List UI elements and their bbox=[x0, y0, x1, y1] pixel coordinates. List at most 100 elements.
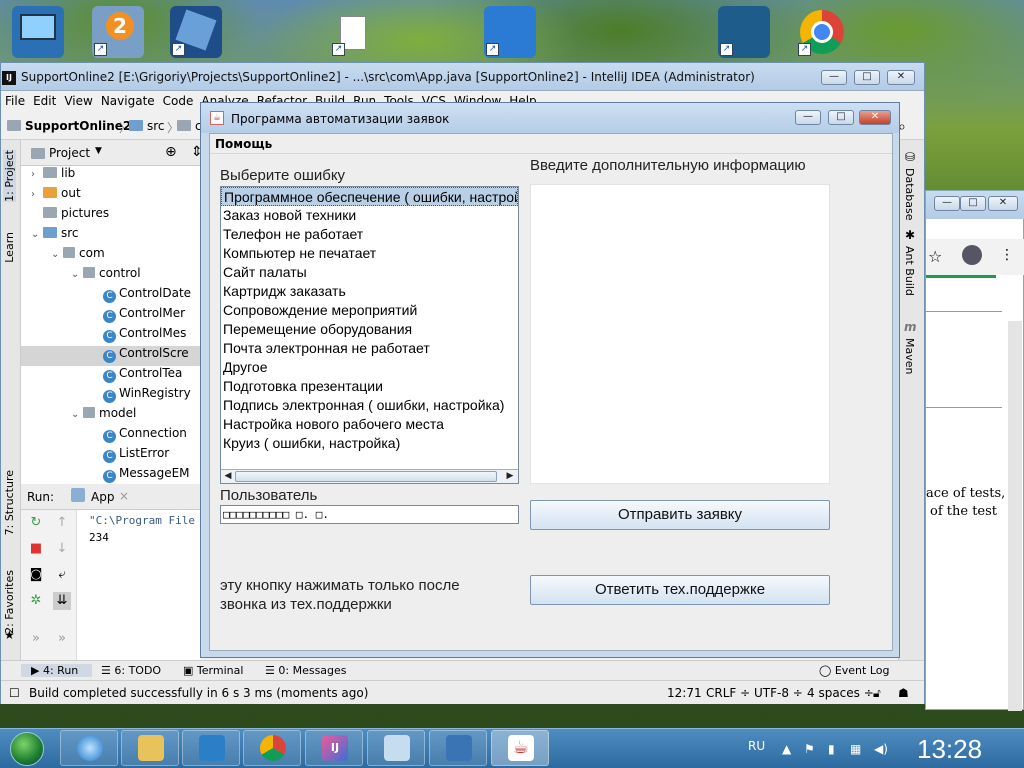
expand-arrow-icon[interactable]: ⌄ bbox=[71, 409, 83, 420]
network-tray-icon[interactable]: ▦ bbox=[850, 742, 861, 756]
more-icon[interactable]: » bbox=[27, 630, 45, 648]
rerun-icon[interactable]: ↻ bbox=[27, 514, 45, 532]
error-list-item[interactable]: Сопровождение мероприятий bbox=[221, 301, 518, 320]
language-indicator[interactable]: RU bbox=[748, 739, 765, 753]
scroll-left-icon[interactable]: ◀ bbox=[221, 470, 235, 483]
maximize-button[interactable]: □ bbox=[828, 110, 854, 125]
error-list-item[interactable]: Подпись электронная ( ошибки, настройка) bbox=[221, 396, 518, 415]
run-tab-app[interactable]: App bbox=[91, 490, 114, 504]
star-icon[interactable]: ☆ bbox=[928, 247, 942, 266]
close-button[interactable]: ✕ bbox=[988, 196, 1018, 211]
error-list-item[interactable]: Картридж заказать bbox=[221, 282, 518, 301]
menu-dots-icon[interactable]: ⋮ bbox=[1000, 247, 1014, 263]
menu-help[interactable]: Помощь bbox=[215, 137, 272, 151]
tab-ant-build[interactable]: Ant Build bbox=[903, 246, 916, 296]
tree-item[interactable]: pictures bbox=[21, 206, 201, 226]
close-icon[interactable]: × bbox=[119, 489, 129, 503]
inspector-icon[interactable]: ☗ bbox=[898, 686, 909, 700]
tab-event-log[interactable]: Event Log bbox=[835, 664, 890, 677]
taskbar-network[interactable] bbox=[429, 730, 487, 766]
tree-item[interactable]: C MessageEM bbox=[21, 466, 201, 484]
tree-item[interactable]: C ControlMer bbox=[21, 306, 201, 326]
expand-arrow-icon[interactable]: ⌄ bbox=[51, 249, 63, 260]
chrome-icon[interactable]: ↗ bbox=[796, 6, 848, 58]
tree-item[interactable]: C Connection bbox=[21, 426, 201, 446]
minimize-button[interactable]: — bbox=[934, 196, 960, 211]
taskbar-media-player[interactable] bbox=[182, 730, 240, 766]
taskbar-chrome[interactable] bbox=[243, 730, 301, 766]
locate-icon[interactable]: ⊕ bbox=[165, 144, 177, 160]
maximize-button[interactable]: □ bbox=[854, 70, 880, 85]
expand-arrow-icon[interactable]: ⌄ bbox=[71, 269, 83, 280]
scroll-right-icon[interactable]: ▶ bbox=[503, 470, 517, 483]
dialog-title-bar[interactable]: ☕︎ Программа автоматизации заявок — □ ✕ bbox=[201, 103, 899, 133]
breadcrumb-project[interactable]: SupportOnline2 bbox=[25, 119, 131, 133]
camera-icon[interactable]: ◙ bbox=[27, 566, 45, 584]
taskbar-internet-explorer[interactable] bbox=[60, 730, 118, 766]
project-panel-title[interactable]: Project bbox=[49, 146, 90, 160]
expand-arrow-icon[interactable]: › bbox=[31, 189, 43, 200]
tree-item[interactable]: › out bbox=[21, 186, 201, 206]
close-button[interactable]: ✕ bbox=[887, 70, 915, 85]
tree-item[interactable]: ⌄ model bbox=[21, 406, 201, 426]
tree-item[interactable]: ⌄ com bbox=[21, 246, 201, 266]
tab-todo[interactable]: 6: TODO bbox=[114, 664, 161, 677]
close-button[interactable]: ✕ bbox=[859, 110, 891, 125]
error-list-item[interactable]: Другое bbox=[221, 358, 518, 377]
tab-terminal[interactable]: Terminal bbox=[197, 664, 244, 677]
flag-icon[interactable]: ⚑ bbox=[804, 742, 815, 756]
folder-shortcut-icon[interactable]: ↗ bbox=[484, 6, 536, 58]
menu-file[interactable]: File bbox=[1, 91, 29, 108]
tree-item[interactable]: C WinRegistry bbox=[21, 386, 201, 406]
tab-favorites[interactable]: 2: Favorites bbox=[3, 570, 16, 634]
error-list-item[interactable]: Перемещение оборудования bbox=[221, 320, 518, 339]
tree-item[interactable]: C ControlDate bbox=[21, 286, 201, 306]
app-2-icon[interactable]: 2 ↗ bbox=[92, 6, 144, 58]
tab-run[interactable]: 4: Run bbox=[43, 664, 78, 677]
error-list-item[interactable]: Телефон не работает bbox=[221, 225, 518, 244]
tab-database[interactable]: Database bbox=[903, 168, 916, 221]
settings-icon[interactable]: ✲ bbox=[27, 592, 45, 610]
power-icon[interactable]: ▮ bbox=[828, 742, 835, 756]
start-button[interactable] bbox=[2, 730, 56, 768]
error-list-item[interactable]: Подготовка презентации bbox=[221, 377, 518, 396]
tree-item[interactable]: › lib bbox=[21, 166, 201, 186]
tab-structure[interactable]: 7: Structure bbox=[3, 470, 16, 535]
error-list-item[interactable]: Сайт палаты bbox=[221, 263, 518, 282]
error-list-item[interactable]: Заказ новой техники bbox=[221, 206, 518, 225]
java-file-icon[interactable]: ↗ bbox=[330, 6, 382, 58]
tab-messages[interactable]: 0: Messages bbox=[278, 664, 346, 677]
show-hidden-icons-icon[interactable]: ▲ bbox=[782, 742, 791, 756]
title-bar[interactable]: IJ SupportOnline2 [E:\Grigoriy\Projects\… bbox=[1, 63, 924, 91]
scroll-to-end-icon[interactable]: ⇊ bbox=[53, 592, 71, 610]
stop-icon[interactable]: ■ bbox=[27, 540, 45, 558]
menu-view[interactable]: View bbox=[60, 91, 96, 108]
breadcrumb-src[interactable]: src bbox=[147, 119, 165, 133]
error-list-item[interactable]: Программное обеспечение ( ошибки, настро… bbox=[221, 187, 518, 206]
lock-icon[interactable]: 🔓︎ bbox=[873, 686, 881, 701]
minimize-button[interactable]: — bbox=[821, 70, 847, 85]
computer-icon[interactable] bbox=[12, 6, 64, 58]
console-output[interactable]: "C:\Program File 234 bbox=[81, 510, 201, 660]
caret-position[interactable]: 12:71 bbox=[667, 686, 702, 700]
volume-icon[interactable]: ◀) bbox=[874, 742, 888, 756]
send-request-button[interactable]: Отправить заявку bbox=[530, 500, 830, 530]
avatar[interactable] bbox=[962, 245, 982, 265]
file-encoding[interactable]: UTF-8 ÷ bbox=[754, 686, 803, 700]
horizontal-scrollbar[interactable]: ◀ ▶ bbox=[221, 469, 518, 483]
indent-setting[interactable]: 4 spaces ÷ bbox=[807, 686, 874, 700]
maximize-button[interactable]: □ bbox=[960, 196, 986, 211]
tab-project[interactable]: 1: Project bbox=[3, 150, 16, 202]
virtualbox-icon[interactable]: ↗ bbox=[170, 6, 222, 58]
user-field[interactable]: □□□□□□□□□□ □. □. bbox=[220, 505, 519, 524]
reply-support-button[interactable]: Ответить тех.поддержке bbox=[530, 575, 830, 605]
info-textarea[interactable] bbox=[530, 184, 830, 484]
tree-item[interactable]: ⌄ src bbox=[21, 226, 201, 246]
taskbar-notepad[interactable] bbox=[367, 730, 425, 766]
tab-learn[interactable]: Learn bbox=[3, 232, 16, 263]
tab-maven[interactable]: Maven bbox=[903, 338, 916, 374]
expand-arrow-icon[interactable]: › bbox=[31, 169, 43, 180]
down-arrow-icon[interactable]: ↓ bbox=[53, 540, 71, 558]
taskbar-file-explorer[interactable] bbox=[121, 730, 179, 766]
tree-item[interactable]: C ControlScre bbox=[21, 346, 201, 366]
